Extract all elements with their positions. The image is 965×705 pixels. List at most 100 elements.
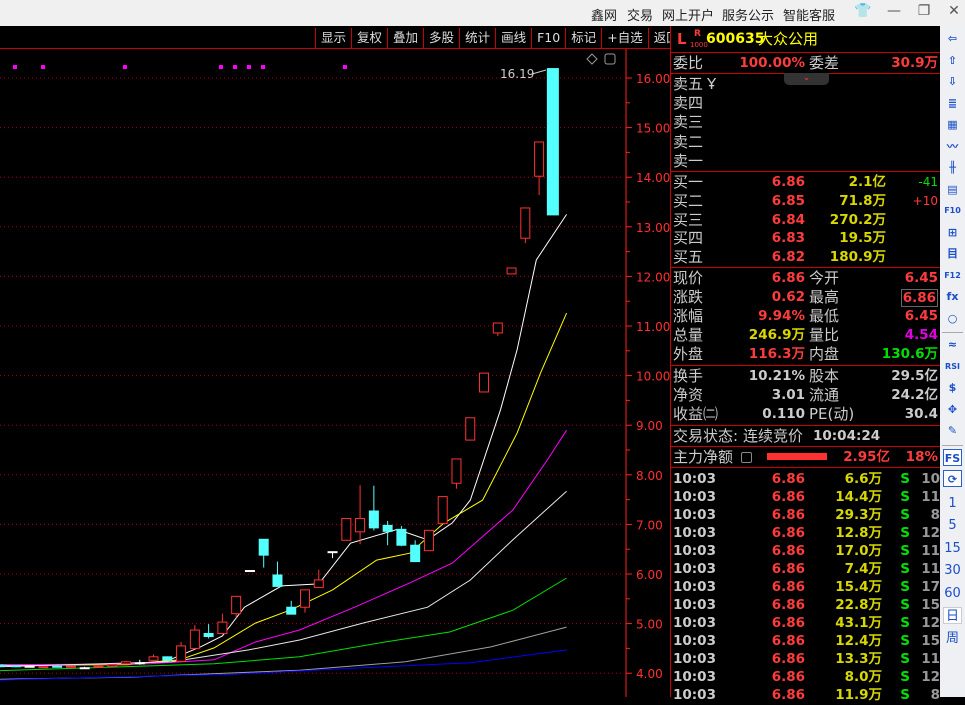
move-icon[interactable]: ✥ — [943, 401, 962, 418]
list-icon[interactable] — [741, 452, 752, 463]
down-arrow-icon[interactable]: ⇩ — [943, 73, 962, 90]
period-周[interactable]: 周 — [943, 630, 962, 647]
notes-icon[interactable]: 目 — [943, 245, 962, 262]
candle[interactable] — [479, 372, 490, 393]
trade-side: S — [900, 507, 910, 523]
candle[interactable] — [451, 458, 462, 489]
refresh-icon[interactable]: ⟳ — [943, 470, 962, 487]
candle[interactable] — [52, 665, 63, 668]
menu-item[interactable]: 智能客服 — [783, 5, 835, 24]
candle[interactable] — [396, 525, 407, 547]
candle[interactable] — [258, 538, 269, 568]
candle[interactable] — [24, 665, 35, 668]
period-1[interactable]: 1 — [943, 495, 962, 512]
toolbar-button[interactable]: 统计 — [459, 28, 495, 49]
chart-canvas[interactable]: 16.00 15.00 14.00 13.00 12.00 11.00 10.00 9.00 8… — [0, 0, 670, 697]
candle[interactable] — [65, 665, 76, 668]
candle-body — [107, 664, 118, 667]
panel-toggle-icon[interactable] — [604, 53, 616, 65]
candle[interactable] — [520, 207, 531, 244]
ma-line-ma30 — [0, 490, 567, 668]
candle[interactable] — [534, 141, 545, 196]
f12-icon[interactable]: F12 — [943, 267, 962, 284]
toolbar-button[interactable]: 画线 — [495, 28, 531, 49]
shirt-icon[interactable]: 👕 — [853, 3, 873, 19]
candle[interactable] — [107, 664, 118, 667]
close-icon[interactable]: ✕ — [944, 3, 964, 19]
rsi-icon[interactable]: RSI — [943, 358, 962, 375]
candle-body — [38, 666, 49, 669]
toolbar-button[interactable]: 标记 — [565, 28, 601, 49]
quote-list-icon[interactable]: ≣ — [943, 95, 962, 112]
trade-volume: 15.4万 — [835, 579, 882, 595]
menu-item[interactable]: 服务公示 — [722, 5, 774, 24]
toolbar-button[interactable]: 复权 — [351, 28, 387, 49]
candle[interactable] — [203, 624, 214, 639]
line-chart-icon[interactable]: 〰 — [943, 138, 962, 155]
candle[interactable] — [176, 641, 187, 663]
toolbar-button[interactable]: +自选 — [601, 28, 647, 49]
candle[interactable] — [465, 417, 476, 441]
restore-icon[interactable]: ❐ — [914, 3, 934, 19]
minimize-icon[interactable]: — — [884, 3, 904, 19]
toolbar-button[interactable]: F10 — [531, 28, 565, 49]
candle[interactable] — [286, 600, 297, 615]
candle[interactable] — [217, 613, 228, 635]
candle[interactable] — [341, 517, 352, 541]
period-30[interactable]: 30 — [943, 562, 962, 579]
trade-side: S — [900, 489, 910, 505]
period-日[interactable]: 日 — [943, 607, 962, 624]
candle[interactable] — [437, 496, 448, 524]
stock-header[interactable]: L R 1000 600635 大众公用 — [671, 29, 940, 52]
candle[interactable] — [546, 68, 559, 216]
axis-label: 10.00 — [636, 370, 670, 384]
toolbar-button[interactable]: 显示 — [315, 28, 351, 49]
money-icon[interactable]: $ — [943, 379, 962, 396]
period-5[interactable]: 5 — [943, 517, 962, 534]
indicator-icon[interactable]: ≈ — [943, 336, 962, 353]
toolbar-button[interactable]: 叠加 — [387, 28, 423, 49]
candle[interactable] — [189, 625, 200, 650]
candle[interactable] — [410, 540, 421, 563]
circle-icon[interactable]: ○ — [943, 310, 962, 327]
candle[interactable] — [423, 529, 434, 552]
tree-icon[interactable]: ⊞ — [943, 224, 962, 241]
candle[interactable] — [10, 665, 21, 668]
fs-icon[interactable]: FS — [943, 448, 962, 466]
candle[interactable] — [38, 666, 49, 669]
f10-icon[interactable]: F10 — [943, 202, 962, 219]
candle[interactable] — [148, 654, 159, 661]
candle[interactable] — [79, 666, 90, 670]
formula-icon[interactable]: fx — [943, 288, 962, 305]
candle[interactable] — [492, 322, 503, 336]
candle[interactable] — [121, 660, 131, 665]
trade-time: 10:03 — [673, 579, 716, 595]
candle[interactable] — [134, 659, 145, 665]
quote-panel: L R 1000 600635 大众公用 委比 100.00% 委差 30.9万… — [670, 26, 940, 703]
multi-list-icon[interactable]: ▦ — [943, 116, 962, 133]
candle[interactable] — [244, 570, 255, 573]
candle[interactable] — [355, 485, 366, 545]
kline-icon[interactable]: ╫ — [943, 159, 962, 176]
axis-label: 15.00 — [636, 122, 670, 136]
period-60[interactable]: 60 — [943, 585, 962, 602]
candle-body — [423, 529, 434, 552]
candle[interactable] — [368, 485, 379, 531]
candle[interactable] — [313, 569, 324, 588]
up-arrow-icon[interactable]: ⇧ — [943, 52, 962, 69]
period-15[interactable]: 15 — [943, 540, 962, 557]
buy-price: 6.85 — [771, 192, 805, 209]
candle[interactable] — [300, 589, 311, 613]
candle[interactable] — [506, 267, 517, 275]
candle[interactable] — [162, 656, 173, 661]
news-icon[interactable]: ▤ — [943, 181, 962, 198]
candle[interactable] — [93, 665, 104, 668]
diamond-icon[interactable] — [586, 53, 598, 65]
toolbar-button[interactable]: 多股 — [423, 28, 459, 49]
pencil-icon[interactable]: ✎ — [943, 422, 962, 439]
trade-row: 10:03 6.86 11.9万 S 8 — [671, 686, 940, 705]
back-arrow-icon[interactable]: ⇦ — [943, 30, 962, 47]
trade-volume: 7.4万 — [844, 561, 882, 577]
candle-body — [492, 322, 503, 334]
candle[interactable] — [327, 551, 338, 559]
